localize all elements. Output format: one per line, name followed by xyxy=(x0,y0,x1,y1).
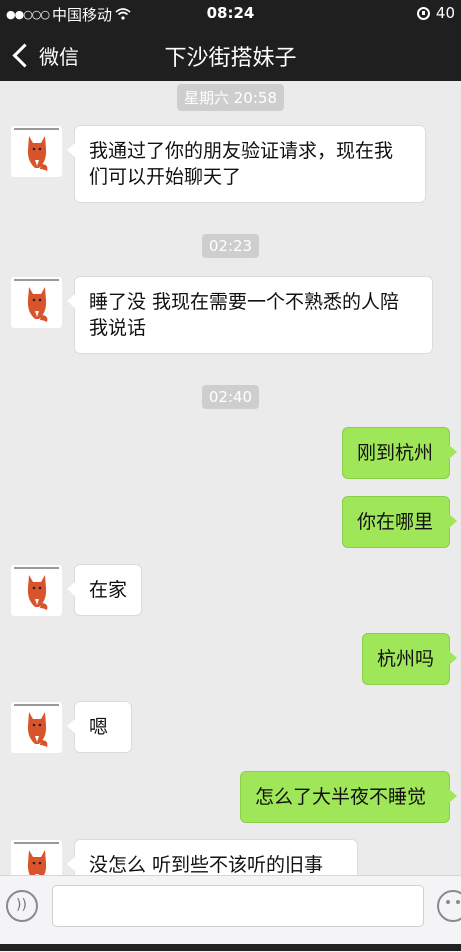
battery-label: 40 xyxy=(435,4,455,22)
message-bubble-incoming[interactable]: 在家 xyxy=(67,564,142,616)
message-bubble-incoming[interactable]: 没怎么 听到些不该听的旧事 xyxy=(67,839,358,875)
message-bubble-outgoing[interactable]: 怎么了大半夜不睡觉 xyxy=(240,771,457,823)
avatar[interactable] xyxy=(11,126,62,177)
message-bubble-incoming[interactable]: 嗯 xyxy=(67,701,132,753)
avatar[interactable] xyxy=(11,277,62,328)
timestamp: 02:40 xyxy=(0,385,461,409)
voice-icon: )) xyxy=(16,897,27,913)
message-input[interactable] xyxy=(52,885,424,927)
message-bubble-incoming[interactable]: 睡了没 我现在需要一个不熟悉的人陪我说话 xyxy=(67,276,433,354)
bottom-strip xyxy=(0,944,461,951)
message-bubble-outgoing[interactable]: 杭州吗 xyxy=(362,633,457,685)
nav-bar: 微信 下沙街搭妹子 xyxy=(0,27,461,81)
voice-button[interactable]: )) xyxy=(6,890,38,922)
timestamp: 星期六 20:58 xyxy=(0,84,461,111)
status-bar: ●●○○○ 中国移动 08:24 40 xyxy=(0,0,461,27)
status-time: 08:24 xyxy=(206,4,255,22)
input-bar: )) xyxy=(0,875,461,952)
avatar[interactable] xyxy=(11,702,62,753)
avatar[interactable] xyxy=(11,565,62,616)
message-bubble-outgoing[interactable]: 刚到杭州 xyxy=(342,427,457,479)
avatar[interactable] xyxy=(11,840,62,875)
emoji-icon[interactable] xyxy=(437,890,461,922)
chat-area[interactable]: 星期六 20:58 我通过了你的朋友验证请求，现在我们可以开始聊天了 02:23… xyxy=(0,81,461,875)
message-bubble-outgoing[interactable]: 你在哪里 xyxy=(342,496,457,548)
rotation-lock-icon xyxy=(416,6,430,20)
message-bubble-incoming[interactable]: 我通过了你的朋友验证请求，现在我们可以开始聊天了 xyxy=(67,125,426,203)
status-right: 40 xyxy=(416,4,455,22)
timestamp: 02:23 xyxy=(0,234,461,258)
chat-title: 下沙街搭妹子 xyxy=(164,46,297,71)
